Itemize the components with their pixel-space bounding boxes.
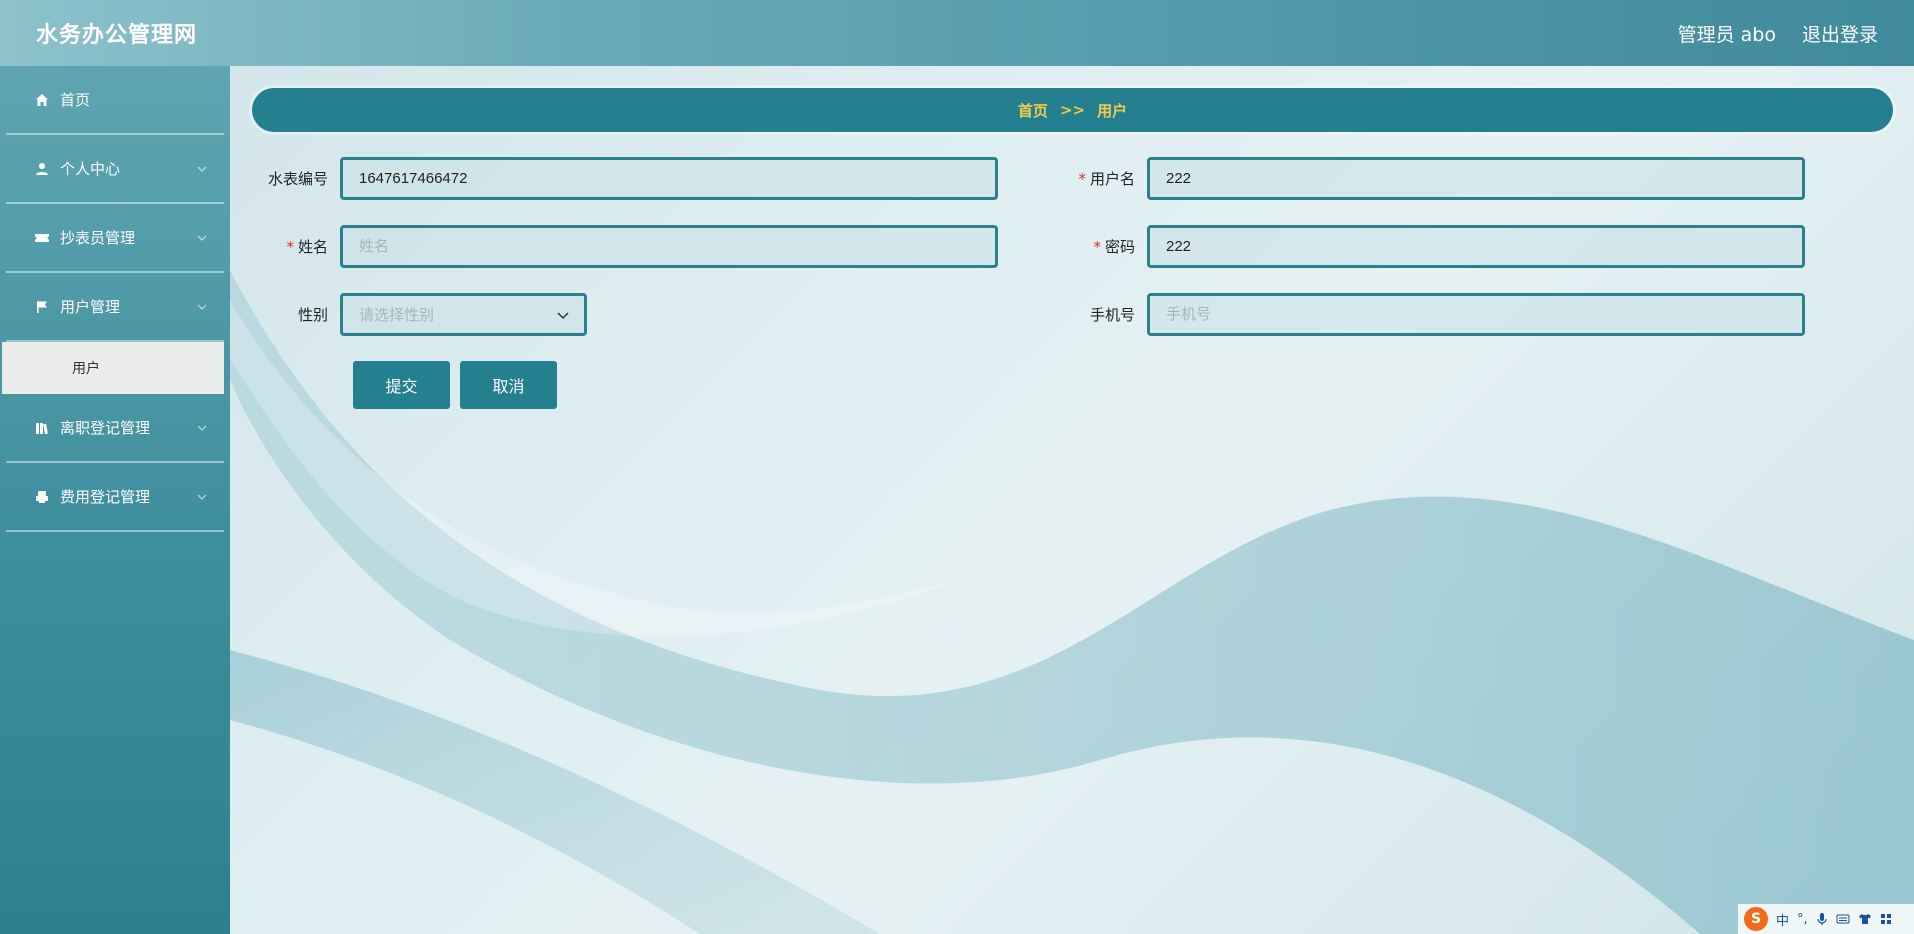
required-mark: * [1093, 238, 1101, 256]
sidebar-item-meter-reader-management[interactable]: 抄表员管理 [6, 204, 224, 273]
header-user-area: 管理员 abo 退出登录 [1678, 20, 1878, 47]
meter-no-label: 水表编号 [267, 170, 328, 188]
cancel-button[interactable]: 取消 [460, 361, 557, 409]
password-input[interactable] [1147, 225, 1805, 268]
form-row-username: * 用户名 [1037, 157, 1805, 200]
sidebar-item-label: 费用登记管理 [60, 488, 151, 506]
sidebar-item-resignation-management[interactable]: 离职登记管理 [6, 394, 224, 463]
punctuation-icon[interactable]: °, [1797, 912, 1808, 927]
username-label: * 用户名 [1078, 170, 1135, 188]
breadcrumb: 首页 >> 用户 [252, 88, 1893, 132]
submit-button[interactable]: 提交 [353, 361, 450, 409]
username-input[interactable] [1147, 157, 1805, 200]
sidebar-item-home[interactable]: 首页 [6, 66, 224, 135]
password-label: * 密码 [1093, 238, 1135, 256]
chevron-down-icon [557, 311, 569, 319]
gender-select[interactable]: 请选择性别 [340, 293, 587, 336]
grid-menu-icon[interactable] [1880, 913, 1892, 925]
form-row-name: * 姓名 [230, 225, 998, 268]
top-header: 水务办公管理网 管理员 abo 退出登录 [0, 0, 1914, 66]
required-mark: * [286, 238, 294, 256]
ime-toolbar: S 中 °, [1738, 904, 1914, 934]
sidebar-item-profile[interactable]: 个人中心 [6, 135, 224, 204]
chevron-down-icon [197, 304, 207, 310]
sidebar-item-fee-management[interactable]: 费用登记管理 [6, 463, 224, 532]
gender-label: 性别 [297, 306, 328, 324]
book-icon [34, 420, 50, 436]
sidebar-item-label: 离职登记管理 [60, 419, 151, 437]
user-icon [34, 161, 50, 177]
phone-label: 手机号 [1089, 306, 1135, 324]
ime-mode-label[interactable]: 中 [1776, 910, 1789, 929]
breadcrumb-home[interactable]: 首页 [1018, 100, 1048, 121]
name-label: * 姓名 [286, 238, 328, 256]
microphone-icon[interactable] [1816, 912, 1828, 926]
flag-icon [34, 299, 50, 315]
keyboard-icon[interactable] [1836, 913, 1850, 925]
form-row-phone: 手机号 [1037, 293, 1805, 336]
chevron-down-icon [197, 425, 207, 431]
breadcrumb-separator: >> [1059, 101, 1086, 119]
sidebar-item-label: 用户管理 [60, 298, 121, 316]
chevron-down-icon [197, 235, 207, 241]
home-icon [34, 92, 50, 108]
main-content: 首页 >> 用户 水表编号 *用户名 *姓名 *密码 性别 请选择性别 手机号 … [230, 66, 1914, 934]
form-row-gender: 性别 请选择性别 [230, 293, 587, 336]
current-user-label: 管理员 abo [1677, 23, 1776, 46]
sidebar-item-label: 抄表员管理 [60, 229, 136, 247]
form-row-password: * 密码 [1037, 225, 1805, 268]
sidebar-subitem-user[interactable]: 用户 [2, 342, 224, 394]
required-mark: * [1078, 170, 1086, 188]
sidebar: 首页 个人中心 抄表员管理 用户管理 用户 离职登记管理 费用登记管理 [0, 66, 230, 934]
sidebar-item-label: 个人中心 [60, 160, 121, 178]
printer-icon [34, 489, 50, 505]
sidebar-item-label: 首页 [60, 91, 91, 109]
logout-link[interactable]: 退出登录 [1802, 20, 1878, 47]
app-title: 水务办公管理网 [36, 23, 198, 48]
form-row-meter-no: 水表编号 [230, 157, 998, 200]
ime-logo-icon[interactable]: S [1744, 907, 1768, 931]
phone-input[interactable] [1147, 293, 1805, 336]
breadcrumb-current: 用户 [1097, 101, 1128, 120]
sidebar-item-user-management[interactable]: 用户管理 [6, 273, 224, 342]
meter-no-input[interactable] [340, 157, 998, 200]
ticket-icon [34, 230, 50, 246]
chevron-down-icon [197, 166, 207, 172]
chevron-down-icon [197, 494, 207, 500]
name-input[interactable] [340, 225, 998, 268]
gender-select-placeholder: 请选择性别 [359, 306, 435, 324]
skin-shirt-icon[interactable] [1858, 913, 1872, 925]
